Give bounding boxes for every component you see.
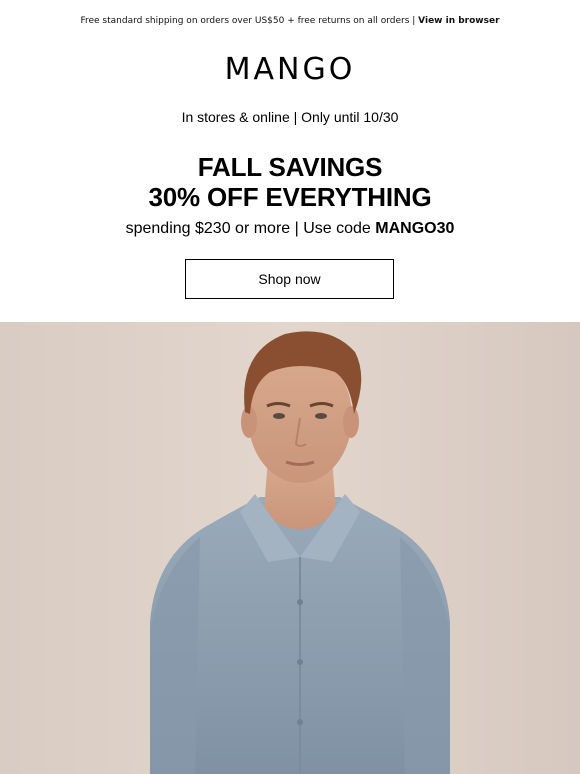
svg-text:MANGO: MANGO [225,52,356,87]
view-in-browser-link[interactable]: View in browser [418,16,499,26]
headline-line-2: 30% OFF EVERYTHING [148,182,432,212]
availability-text: In stores & online | Only until 10/30 [181,109,399,125]
promo-code: MANGO30 [375,220,455,237]
hero-photo [0,322,580,774]
promo-conditions: spending $230 or more | Use code MANGO30 [0,219,580,239]
hero-image[interactable] [0,322,580,774]
headline-line-1: FALL SAVINGS [197,152,383,182]
mango-logo[interactable]: MANGO [0,50,580,90]
shipping-text: Free standard shipping on orders over US… [80,16,419,26]
shop-now-button[interactable]: Shop now [185,259,394,299]
top-shipping-bar: Free standard shipping on orders over US… [0,14,580,28]
promo-headline: FALL SAVINGS 30% OFF EVERYTHING [0,152,580,212]
mango-logo-wordmark: MANGO [225,52,356,87]
conditions-text: spending $230 or more | Use code [125,220,376,237]
